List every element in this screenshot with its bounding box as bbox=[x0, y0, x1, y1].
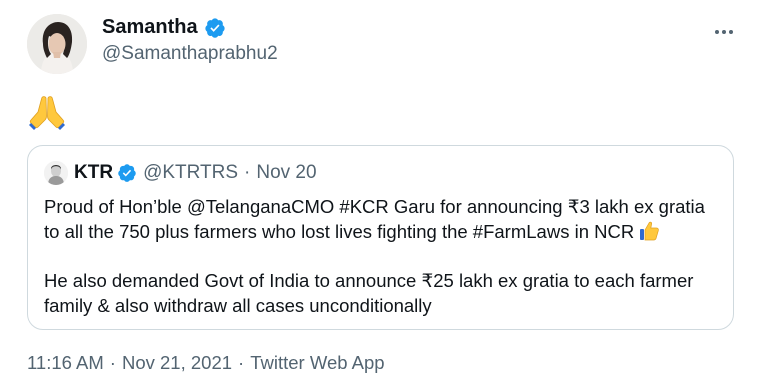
tweet-card: Samantha @Samanthaprabhu2 KTR @KTRTRS · … bbox=[0, 0, 765, 389]
tweet-source[interactable]: Twitter Web App bbox=[250, 352, 384, 373]
quoted-author-name: KTR bbox=[74, 162, 114, 183]
separator-dot: · bbox=[109, 352, 116, 373]
profile-photo-icon bbox=[27, 14, 87, 74]
more-options-button[interactable] bbox=[706, 20, 742, 44]
quoted-text-line: Proud of Hon’ble @TelanganaCMO #KCR Garu… bbox=[44, 196, 705, 217]
verified-badge-icon bbox=[118, 164, 136, 182]
tweet-date[interactable]: Nov 21, 2021 bbox=[122, 352, 232, 373]
quoted-text-line-with-emoji: to all the 750 plus farmers who lost liv… bbox=[44, 219, 724, 244]
quoted-text-line: to all the 750 plus farmers who lost liv… bbox=[44, 221, 635, 242]
more-horizontal-icon bbox=[715, 30, 733, 34]
thumbs-up-emoji bbox=[640, 221, 659, 241]
profile-photo-icon bbox=[44, 161, 68, 185]
quoted-text-line: He also demanded Govt of India to announ… bbox=[44, 270, 694, 291]
author-avatar[interactable] bbox=[27, 14, 87, 74]
verified-badge-icon bbox=[204, 17, 225, 38]
quoted-author-handle: @KTRTRS bbox=[143, 162, 239, 183]
tweet-metadata: 11:16 AM · Nov 21, 2021 · Twitter Web App bbox=[27, 352, 385, 374]
author-name-row[interactable]: Samantha bbox=[102, 16, 226, 39]
tweet-text bbox=[27, 92, 67, 132]
quoted-tweet-header: KTR @KTRTRS · Nov 20 bbox=[44, 160, 317, 186]
quoted-author-avatar bbox=[44, 161, 68, 185]
tweet-time[interactable]: 11:16 AM bbox=[27, 352, 104, 373]
author-handle[interactable]: @Samanthaprabhu2 bbox=[102, 43, 278, 65]
separator-dot: · bbox=[244, 162, 251, 183]
quoted-tweet[interactable]: KTR @KTRTRS · Nov 20 Proud of Hon’ble @T… bbox=[27, 145, 734, 330]
folded-hands-emoji bbox=[29, 96, 65, 130]
quoted-tweet-date: Nov 20 bbox=[256, 162, 317, 183]
quoted-text-line: family & also withdraw all cases uncondi… bbox=[44, 295, 432, 316]
author-name[interactable]: Samantha bbox=[102, 16, 198, 39]
separator-dot: · bbox=[238, 352, 245, 373]
quoted-tweet-text: Proud of Hon’ble @TelanganaCMO #KCR Garu… bbox=[44, 194, 724, 318]
